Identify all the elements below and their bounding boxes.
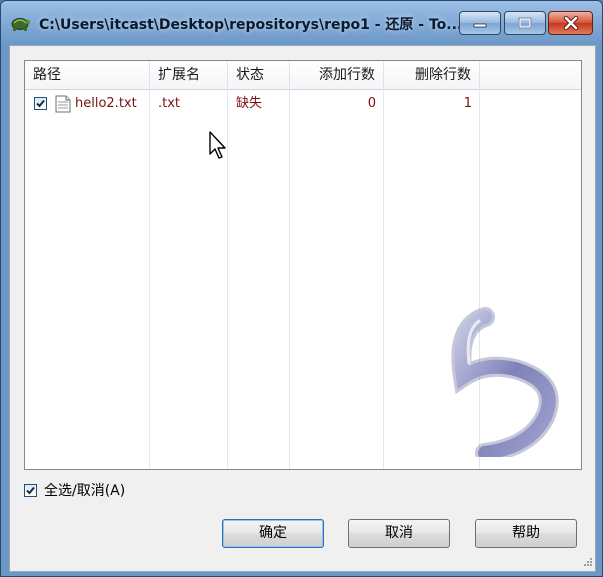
file-list[interactable]: 路径 扩展名 状态 添加行数 删除行数 hello2.txt .txt 缺失 0… [24, 60, 582, 470]
window-title: C:\Users\itcast\Desktop\repositorys\repo… [39, 17, 463, 33]
row-lines-added: 0 [367, 96, 376, 111]
checkmark-icon [26, 486, 35, 495]
select-all-label[interactable]: 全选/取消(A) [44, 482, 125, 500]
row-checkbox[interactable] [34, 97, 47, 110]
minimize-icon [473, 23, 487, 28]
title-bar[interactable]: C:\Users\itcast\Desktop\repositorys\repo… [1, 1, 602, 45]
column-header-lines-added[interactable]: 添加行数 [290, 61, 384, 89]
row-status: 缺失 [236, 96, 263, 111]
maximize-button[interactable] [504, 11, 546, 35]
mouse-pointer-icon [209, 131, 226, 159]
dialog-window: C:\Users\itcast\Desktop\repositorys\repo… [0, 0, 603, 577]
column-divider [149, 89, 150, 469]
ok-button[interactable]: 确定 [222, 519, 324, 548]
revert-arrow-icon [451, 307, 559, 457]
close-button[interactable] [548, 11, 593, 35]
maximize-icon [518, 17, 532, 29]
row-path: hello2.txt [75, 96, 137, 111]
row-lines-removed: 1 [463, 96, 472, 111]
cancel-button[interactable]: 取消 [348, 519, 450, 548]
column-divider [383, 89, 384, 469]
column-header-status[interactable]: 状态 [228, 61, 290, 89]
list-header: 路径 扩展名 状态 添加行数 删除行数 [25, 61, 581, 90]
column-header-lines-removed[interactable]: 删除行数 [384, 61, 480, 89]
close-icon [563, 16, 578, 30]
column-header-path[interactable]: 路径 [25, 61, 150, 89]
column-divider [289, 89, 290, 469]
select-all-checkbox[interactable] [24, 484, 37, 497]
checkmark-icon [36, 99, 45, 108]
text-file-icon [55, 95, 71, 113]
column-header-extension[interactable]: 扩展名 [150, 61, 228, 89]
minimize-button[interactable] [459, 11, 501, 35]
help-button[interactable]: 帮助 [475, 519, 577, 548]
tortoise-app-icon [11, 18, 31, 31]
table-row[interactable]: hello2.txt .txt 缺失 0 1 [25, 93, 581, 115]
row-extension: .txt [158, 96, 181, 111]
resize-grip-icon[interactable] [581, 557, 593, 569]
dialog-client-area: 路径 扩展名 状态 添加行数 删除行数 hello2.txt .txt 缺失 0… [9, 45, 596, 572]
